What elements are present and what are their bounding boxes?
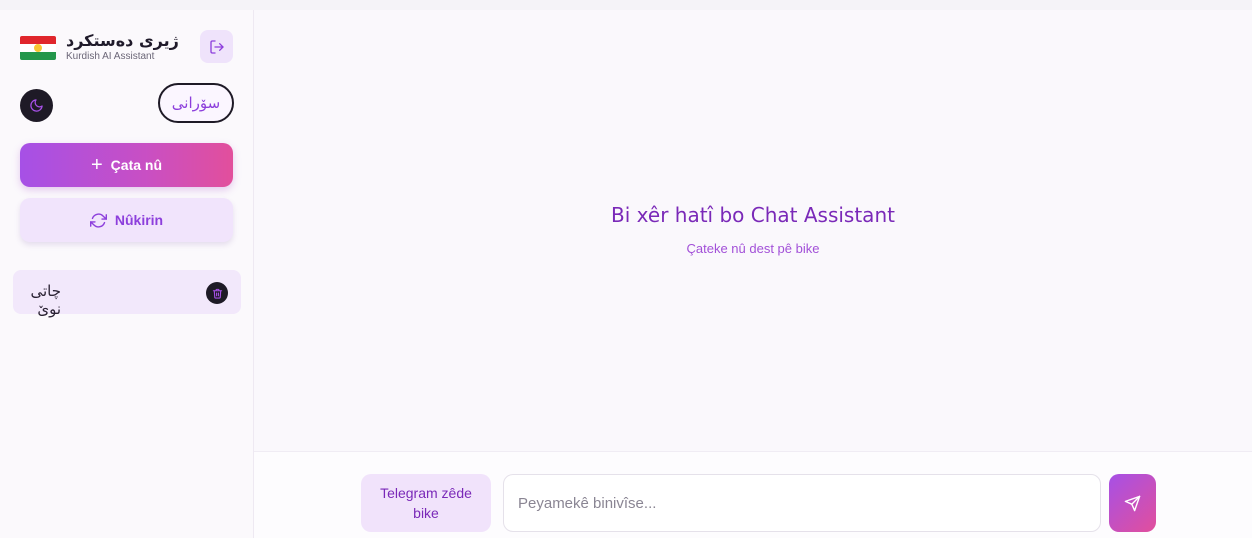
send-button[interactable]	[1109, 474, 1156, 532]
brand: ژیری دەستکرد Kurdish AI Assistant	[20, 32, 179, 63]
new-chat-label: Çata nû	[110, 157, 163, 173]
welcome-subtitle: Çateke nû dest pê bike	[686, 241, 820, 256]
trash-icon	[212, 288, 222, 299]
new-chat-button[interactable]: + Çata nû	[20, 143, 233, 187]
refresh-icon	[89, 212, 107, 228]
logout-icon	[209, 39, 224, 54]
language-button[interactable]: سۆرانی	[158, 83, 234, 123]
delete-chat-button[interactable]	[206, 282, 228, 304]
app-window: ژیری دەستکرد Kurdish AI Assistant سۆرانی…	[0, 10, 1252, 538]
plus-icon: +	[90, 154, 103, 176]
logout-button[interactable]	[200, 30, 233, 63]
refresh-label: Nûkirin	[114, 212, 164, 228]
composer-bar: Telegram zêde bike	[254, 451, 1252, 538]
send-icon	[1124, 495, 1141, 511]
message-input[interactable]	[503, 474, 1101, 532]
brand-title: ژیری دەستکرد	[66, 31, 179, 50]
welcome-panel: Bi xêr hatî bo Chat Assistant Çateke nû …	[254, 203, 1252, 256]
moon-icon	[30, 99, 43, 112]
brand-subtitle: Kurdish AI Assistant	[66, 51, 155, 62]
chat-item-title: چاتی نوێ	[30, 282, 61, 318]
chat-list-item[interactable]: چاتی نوێ	[13, 270, 241, 318]
chat-main: Bi xêr hatî bo Chat Assistant Çateke nû …	[254, 10, 1252, 538]
welcome-title: Bi xêr hatî bo Chat Assistant	[611, 203, 895, 227]
brand-text: ژیری دەستکرد Kurdish AI Assistant	[66, 32, 179, 63]
sidebar: ژیری دەستکرد Kurdish AI Assistant سۆرانی…	[0, 10, 254, 538]
theme-toggle-button[interactable]	[20, 89, 53, 122]
kurdistan-flag-icon	[20, 35, 56, 60]
add-telegram-button[interactable]: Telegram zêde bike	[361, 474, 491, 532]
refresh-button[interactable]: Nûkirin	[20, 198, 233, 242]
